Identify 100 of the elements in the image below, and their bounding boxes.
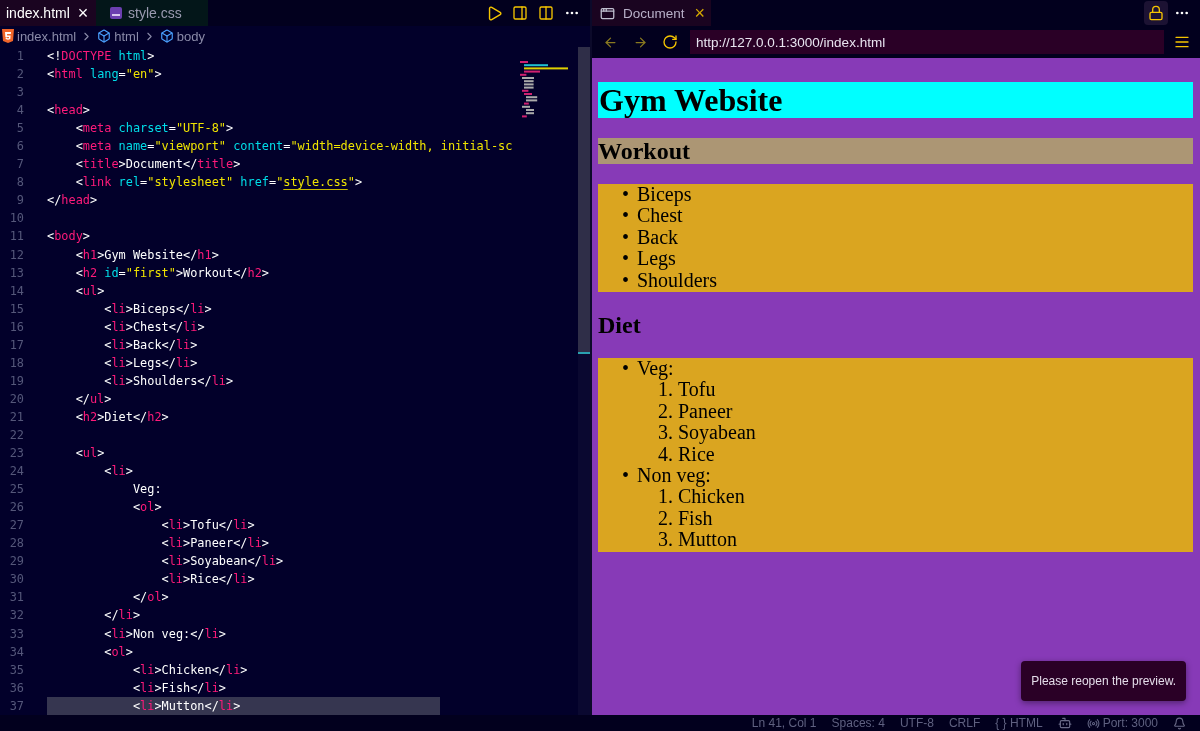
code-line: <li> [103,463,134,481]
breadcrumb-item[interactable]: html [114,28,139,44]
list-item: 4. Rice [657,443,715,466]
status-item[interactable]: CRLF [948,716,981,730]
css-file-icon [110,7,122,19]
code-line: <body> [47,228,91,246]
list-item: • Shoulders [621,269,718,292]
line-number: 30 [8,572,24,587]
list-item: 2. Paneer [657,400,734,423]
code-line: <!DOCTYPE html> [47,48,156,65]
url-field[interactable]: http://127.0.0.1:3000/index.html [690,30,1164,54]
line-number: 6 [15,139,24,154]
line-number: 34 [8,644,24,659]
code-line: <meta charset="UTF-8"> [74,120,235,138]
preview-tab[interactable]: Document × [592,0,712,26]
split-editor-icon[interactable] [538,5,554,21]
code-line: <li>Shoulders</li> [103,372,235,390]
line-number: 5 [15,121,24,136]
code-line: <li>Tofu</li> [160,517,256,535]
back-icon[interactable] [602,34,618,50]
cube-icon [159,29,174,43]
list-item: 1. Chicken [657,486,746,508]
code-line: <li>Soyabean</li> [160,553,285,571]
code-line: </head> [47,192,99,210]
list-item: • Chest [621,205,683,227]
port-status[interactable]: Port: 3000 [1086,716,1158,730]
line-number: 10 [8,211,24,226]
code-line: <li>Rice</li> [160,571,256,589]
code-line: <ul> [74,282,106,300]
code-line: <h2>Diet</h2> [74,408,170,426]
line-number: 31 [8,590,24,605]
code-line: <meta name="viewport" content="width=device-width, initial-sc [74,138,513,156]
code-line: <ol> [103,643,134,661]
close-button[interactable]: × [694,4,706,22]
line-number: 29 [8,554,24,569]
breadcrumb-item[interactable]: body [176,28,205,44]
list-item: 3. Mutton [657,529,738,551]
list-item: 1. Tofu [658,379,717,401]
status-item[interactable]: { } HTML [995,716,1043,730]
list-item: • Back [621,226,680,249]
line-number: 36 [8,680,24,695]
line-number: 7 [15,157,24,172]
editor-tab[interactable]: index.html × [0,0,96,26]
code-line: <li>Paneer</li> [160,535,270,553]
editor-tab[interactable]: style.css [96,0,208,26]
status-item[interactable]: Ln 41, Col 1 [751,716,817,730]
status-item[interactable]: UTF-8 [899,716,934,730]
code-line: <head> [47,102,91,120]
code-line: </ul> [74,390,113,408]
code-line: <li>Chest</li> [103,318,206,336]
code-line: <html lang="en"> [47,66,163,84]
toast-message: Please reopen the preview. [1021,661,1186,701]
status-item[interactable]: Spaces: 4 [831,716,885,730]
code-line: <ol> [131,499,163,517]
list-item: • Legs [621,248,677,270]
breadcrumb-item[interactable]: index.html [17,28,77,44]
list-item: • Non veg: [621,465,712,487]
code-line: <li>Fish</li> [131,679,228,697]
preview-icon[interactable] [512,5,528,21]
line-number: 23 [8,446,24,461]
broadcast-icon [1086,716,1100,730]
line-number: 8 [15,175,24,190]
code-line: </li> [103,607,142,625]
code-line: <link rel="stylesheet" href="style.css"> [74,174,364,192]
html-file-icon [2,29,14,43]
line-number: 19 [8,373,24,388]
close-button[interactable]: × [77,4,89,22]
line-number: 20 [8,391,24,406]
robot-icon[interactable] [1057,716,1072,730]
code-line: <li>Biceps</li> [103,300,213,318]
code-line: <h1>Gym Website</h1> [74,246,220,264]
line-number: 35 [8,662,24,677]
line-number: 28 [8,536,24,551]
code-line: <li>Non veg:</li> [103,625,227,643]
menu-icon[interactable] [1174,34,1190,50]
line-number: 18 [8,355,24,370]
cube-icon [97,29,112,43]
line-number: 27 [8,518,24,533]
list-item: 3. Soyabean [657,422,757,444]
reload-icon[interactable] [662,34,678,50]
line-number: 14 [8,283,24,298]
forward-icon[interactable] [632,34,648,50]
code-line: <h2 id="first">Workout</h2> [74,264,270,282]
bell-icon[interactable] [1173,716,1186,730]
line-number: 17 [8,337,24,352]
code-line: <title>Document</title> [74,156,242,174]
line-number: 1 [15,49,24,63]
lock-button[interactable] [1144,1,1168,25]
line-number: 2 [15,67,24,82]
line-number: 21 [8,409,24,424]
line-number: 15 [8,301,24,316]
list-item: 2. Fish [657,507,714,530]
line-number: 12 [8,247,24,262]
list-item: • Veg: [621,358,675,380]
section-heading: Workout [598,138,1193,164]
lock-icon [1148,5,1164,21]
line-number: 4 [15,103,24,118]
code-line: <li>Back</li> [103,336,199,354]
line-number: 9 [15,193,24,208]
scrollbar[interactable] [578,47,590,715]
